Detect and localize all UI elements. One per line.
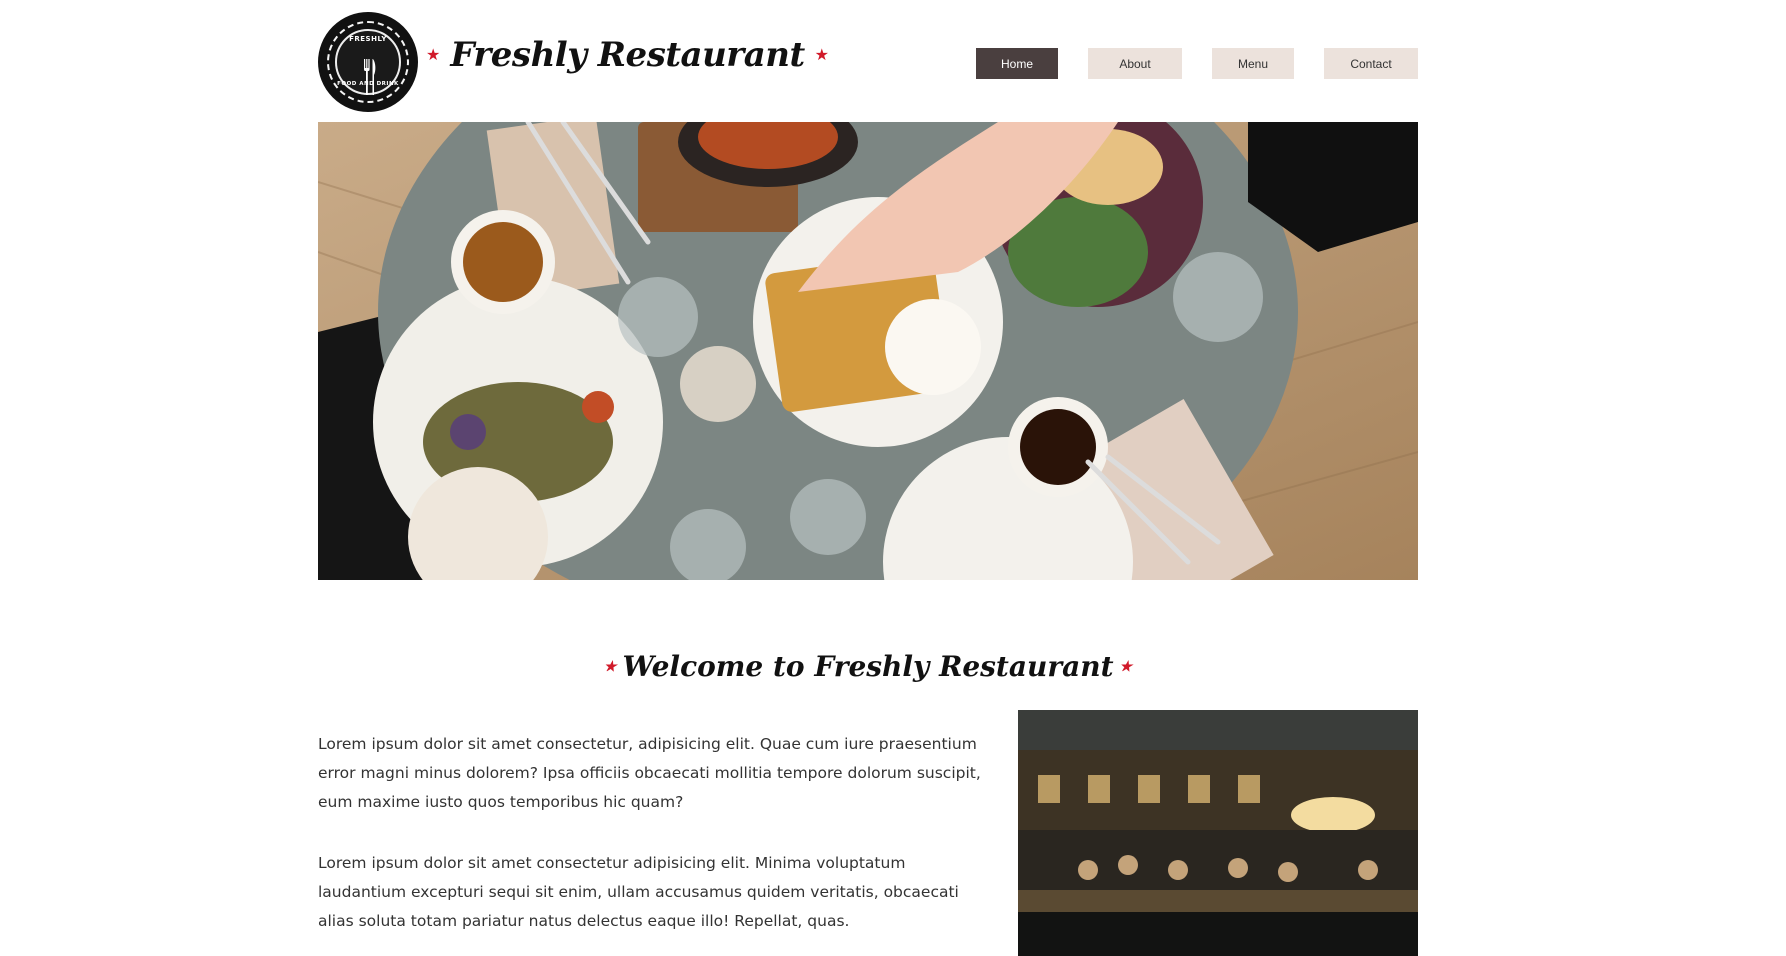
fork-knife-icon xyxy=(364,59,376,95)
star-icon: ★ xyxy=(426,45,441,64)
logo-bottom-text: FOOD AND DRINK xyxy=(337,81,399,87)
welcome-paragraph: Lorem ipsum dolor sit amet consectetur a… xyxy=(318,854,959,930)
welcome-text: Lorem ipsum dolor sit amet consectetur, … xyxy=(318,730,998,956)
nav-about[interactable]: About xyxy=(1088,48,1182,79)
brand-title: Freshly Restaurant xyxy=(450,35,805,75)
restaurant-interior-image xyxy=(1018,710,1418,956)
welcome-title-text: Welcome to Freshly Restaurant xyxy=(622,650,1114,683)
nav-home[interactable]: Home xyxy=(976,48,1058,79)
star-icon: ★ xyxy=(814,45,829,64)
restaurant-logo[interactable]: FRESHLY FOOD AND DRINK xyxy=(318,12,418,112)
welcome-paragraph: Lorem ipsum dolor sit amet consectetur, … xyxy=(318,735,981,811)
hero-image xyxy=(318,122,1418,580)
logo-top-text: FRESHLY xyxy=(349,35,387,43)
brand[interactable]: ★ Freshly Restaurant ★ xyxy=(426,30,829,80)
welcome-title: ★ Welcome to Freshly Restaurant ★ xyxy=(600,650,1136,683)
main-nav: Home About Menu Contact xyxy=(976,48,1418,79)
star-icon: ★ xyxy=(603,658,617,675)
nav-menu[interactable]: Menu xyxy=(1212,48,1294,79)
page-container: FRESHLY FOOD AND DRINK ★ Freshly Restaur… xyxy=(318,0,1418,956)
star-icon: ★ xyxy=(1119,658,1133,675)
logo-badge: FRESHLY FOOD AND DRINK xyxy=(335,29,401,95)
nav-contact[interactable]: Contact xyxy=(1324,48,1418,79)
welcome-section: ★ Welcome to Freshly Restaurant ★ xyxy=(318,650,1418,683)
